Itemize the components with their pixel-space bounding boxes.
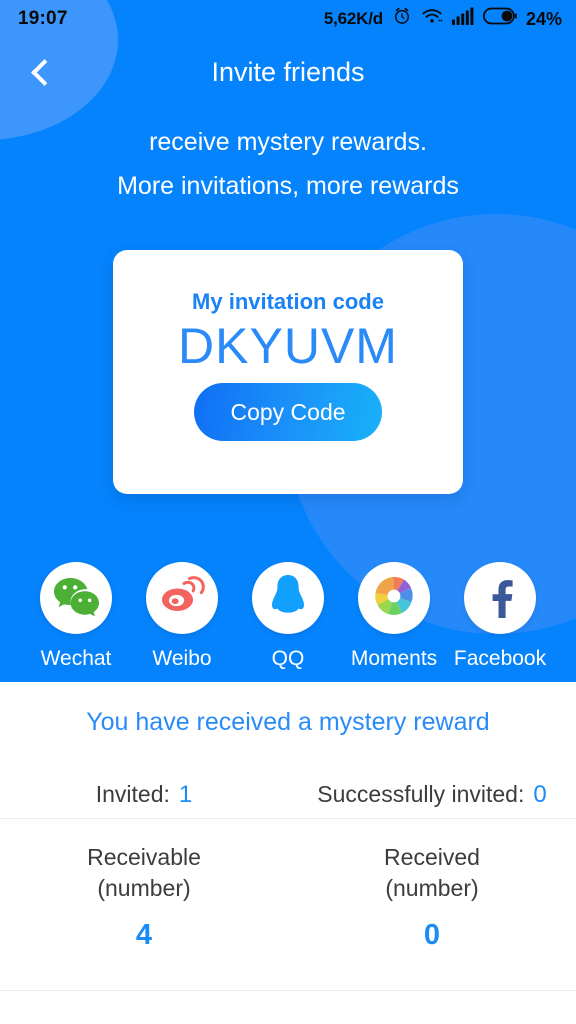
network-speed-label: 5,62K/d: [323, 9, 383, 28]
share-label-qq: QQ: [271, 647, 305, 670]
share-option-moments[interactable]: Moments: [350, 562, 438, 671]
successfully-invited-label: Successfully invited:: [317, 781, 525, 807]
page-header: Invite friends: [0, 38, 576, 106]
stat-receivable-value: 4: [135, 919, 153, 952]
moments-aperture-icon: [372, 574, 416, 623]
share-label-moments: Moments: [350, 647, 438, 670]
weibo-icon: [159, 575, 205, 622]
share-option-weibo[interactable]: Weibo: [140, 562, 225, 671]
battery-percent-label: 24%: [525, 8, 562, 29]
divider-top: [0, 818, 576, 819]
share-label-weibo: Weibo: [152, 647, 212, 670]
reward-stats-row: Receivable (number) 4 Received (number) …: [0, 842, 576, 952]
stat-receivable-line2: (number): [97, 875, 191, 902]
successfully-invited-value: 0: [533, 781, 547, 808]
invited-label: Invited:: [95, 781, 170, 807]
page-title: Invite friends: [211, 56, 365, 87]
invite-friends-screen: 19:07 5,62K/d 24% Invite friends receive…: [0, 0, 576, 1024]
hero-subtitle-line2: More invitations, more rewards: [117, 172, 459, 200]
stats-section: You have received a mystery reward Invit…: [0, 682, 576, 1024]
stat-received-line2: (number): [385, 875, 479, 902]
alarm-clock-icon: [392, 6, 412, 32]
wechat-icon: [53, 576, 99, 621]
successfully-invited-cell: Successfully invited: 0: [288, 781, 576, 809]
hero-subtitle-line1: receive mystery rewards.: [149, 128, 427, 156]
signal-bars-icon: [451, 7, 474, 31]
facebook-icon: [480, 574, 520, 623]
stat-received-value: 0: [423, 919, 441, 952]
invitation-code-value: DKYUVM: [178, 318, 398, 374]
back-chevron-icon: [31, 58, 58, 86]
status-time: 19:07: [18, 8, 68, 29]
share-label-wechat: Wechat: [40, 647, 112, 670]
wechat-icon-circle: [40, 562, 112, 634]
qq-icon: [268, 573, 308, 624]
divider-bottom: [0, 990, 576, 991]
copy-code-button[interactable]: Copy Code: [194, 383, 382, 441]
wifi-icon: [421, 7, 443, 31]
share-option-qq[interactable]: QQ: [246, 562, 331, 671]
share-option-facebook[interactable]: Facebook: [454, 562, 546, 671]
moments-icon-circle: [358, 562, 430, 634]
invited-value: 1: [178, 781, 193, 808]
facebook-icon-circle: [464, 562, 536, 634]
invite-counts-row: Invited: 1 Successfully invited: 0: [0, 772, 576, 818]
stat-received: Received (number) 0: [288, 842, 576, 952]
stat-receivable: Receivable (number) 4: [0, 842, 288, 952]
share-label-facebook: Facebook: [453, 647, 547, 670]
battery-icon: [482, 7, 517, 31]
status-bar: 19:07 5,62K/d 24%: [0, 0, 576, 38]
stat-receivable-line1: Receivable: [87, 844, 201, 870]
status-indicators: 5,62K/d 24%: [324, 6, 562, 32]
share-options-row: Wechat Weibo QQ Moments Facebook: [0, 562, 576, 671]
invitation-code-label: My invitation code: [192, 289, 384, 314]
stat-received-line1: Received: [384, 844, 480, 870]
share-option-wechat[interactable]: Wechat: [34, 562, 119, 671]
qq-icon-circle: [252, 562, 324, 634]
invited-cell: Invited: 1: [0, 781, 288, 809]
reward-message: You have received a mystery reward: [86, 708, 490, 736]
back-button[interactable]: [12, 42, 72, 102]
invitation-code-card: My invitation code DKYUVM Copy Code: [113, 250, 463, 494]
weibo-icon-circle: [146, 562, 218, 634]
